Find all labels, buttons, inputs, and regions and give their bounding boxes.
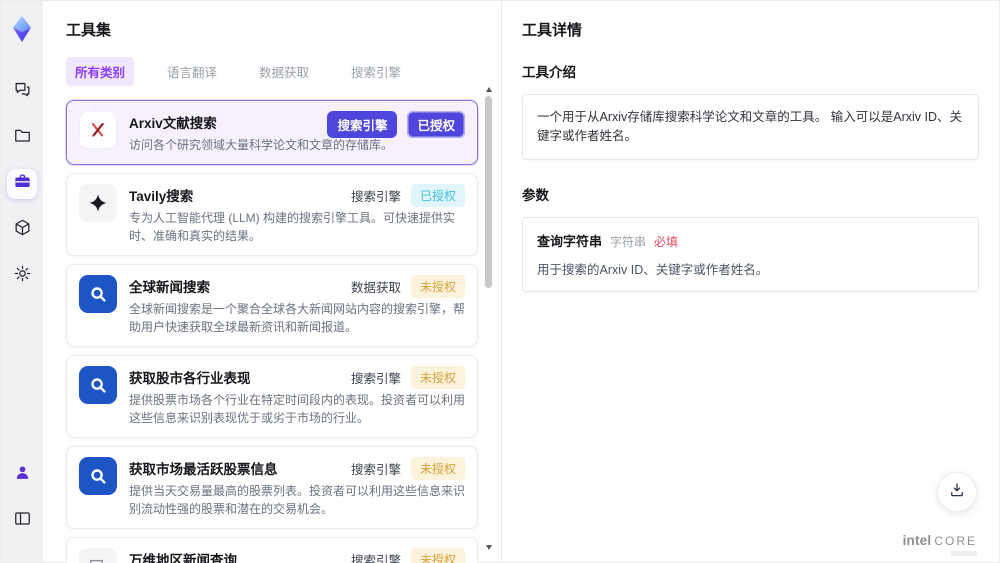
brand-subline bbox=[951, 551, 977, 556]
tool-card-active-stocks[interactable]: 获取市场最活跃股票信息 提供当天交易量最高的股票列表。投资者可以利用这些信息来识… bbox=[66, 446, 478, 529]
tab-all-categories[interactable]: 所有类别 bbox=[66, 57, 135, 86]
left-rail bbox=[1, 1, 43, 562]
tool-card-tavily[interactable]: Tavily搜索 专为人工智能代理 (LLM) 构建的搜索引擎工具。可快速提供实… bbox=[66, 173, 478, 256]
tool-card-arxiv[interactable]: Arxiv文献搜索 访问各个研究领域大量科学论文和文章的存储库。 搜索引擎 已授… bbox=[66, 100, 478, 165]
tool-description: 访问各个研究领域大量科学论文和文章的存储库。 bbox=[129, 138, 394, 152]
stock-search-tool-icon bbox=[79, 457, 117, 495]
detail-title: 工具详情 bbox=[522, 22, 583, 39]
scroll-up-arrow[interactable] bbox=[486, 87, 492, 92]
parameter-box: 查询字符串 字符串 必填 用于搜索的Arxiv ID、关键字或作者姓名。 bbox=[522, 216, 979, 292]
tool-detail-panel: 工具详情 工具介绍 一个用于从Arxiv存储库搜索科学论文和文章的工具。 输入可… bbox=[501, 1, 999, 562]
stock-search-tool-icon bbox=[79, 366, 117, 404]
auth-badge: 未授权 bbox=[410, 275, 465, 298]
sidebar-item-models[interactable] bbox=[7, 215, 37, 245]
tool-card-regional-news[interactable]: 万维地区新闻查询 查询具体行政区划内的新闻，快速了解各地新闻动 搜索引擎 未授权 bbox=[66, 537, 478, 563]
tavily-tool-icon bbox=[79, 184, 117, 222]
briefcase-icon bbox=[13, 172, 32, 196]
cube-icon bbox=[13, 218, 32, 242]
sidebar-item-files[interactable] bbox=[7, 123, 37, 153]
tool-list-panel: 工具集 所有类别 语言翻译 数据获取 搜索引擎 Arxiv文献搜索 访问各个研究… bbox=[43, 1, 501, 563]
arxiv-tool-icon bbox=[79, 111, 117, 149]
param-name: 查询字符串 bbox=[537, 233, 603, 249]
param-type: 字符串 bbox=[610, 234, 647, 249]
sidebar-item-panel-toggle[interactable] bbox=[7, 506, 37, 536]
tab-language-translation[interactable]: 语言翻译 bbox=[158, 57, 226, 86]
panel-toggle-icon bbox=[13, 509, 32, 533]
tool-card-list: Arxiv文献搜索 访问各个研究领域大量科学论文和文章的存储库。 搜索引擎 已授… bbox=[66, 100, 478, 563]
auth-badge: 已授权 bbox=[407, 111, 465, 138]
tool-intro-box: 一个用于从Arxiv存储库搜索科学论文和文章的工具。 输入可以是Arxiv ID… bbox=[522, 94, 979, 160]
brand-core-text: core bbox=[934, 534, 977, 548]
app-logo-icon bbox=[6, 13, 38, 45]
sidebar-item-toolbox[interactable] bbox=[7, 169, 37, 199]
category-label: 搜索引擎 bbox=[350, 463, 401, 477]
tab-data-fetching[interactable]: 数据获取 bbox=[250, 57, 318, 86]
category-badge: 搜索引擎 bbox=[327, 111, 398, 138]
sidebar-item-chat[interactable] bbox=[7, 77, 37, 107]
auth-badge: 已授权 bbox=[410, 184, 465, 207]
download-button[interactable] bbox=[937, 472, 977, 512]
page-title: 工具集 bbox=[66, 22, 112, 39]
newspaper-tool-icon bbox=[79, 548, 117, 563]
folder-icon bbox=[13, 126, 32, 150]
auth-badge: 未授权 bbox=[410, 548, 465, 563]
param-required-badge: 必填 bbox=[654, 234, 679, 249]
params-heading: 参数 bbox=[522, 187, 549, 203]
download-icon bbox=[948, 481, 966, 504]
tool-card-global-news[interactable]: 全球新闻搜索 全球新闻搜索是一个聚合全球各大新闻网站内容的搜索引擎，帮助用户快速… bbox=[66, 264, 478, 347]
app-window: 工具集 所有类别 语言翻译 数据获取 搜索引擎 Arxiv文献搜索 访问各个研究… bbox=[0, 0, 1000, 563]
tool-description: 提供当天交易量最高的股票列表。投资者可以利用这些信息来识别流动性强的股票和潜在的… bbox=[129, 484, 466, 516]
tool-card-sector-performance[interactable]: 获取股市各行业表现 提供股票市场各个行业在特定时间段内的表现。投资者可以利用这些… bbox=[66, 355, 478, 438]
tool-description: 专为人工智能代理 (LLM) 构建的搜索引擎工具。可快速提供实时、准确和真实的结… bbox=[129, 211, 456, 243]
user-icon bbox=[13, 463, 32, 487]
list-scrollbar bbox=[485, 87, 493, 550]
auth-badge: 未授权 bbox=[410, 457, 465, 480]
chat-icon bbox=[13, 80, 32, 104]
news-search-tool-icon bbox=[79, 275, 117, 313]
category-label: 搜索引擎 bbox=[350, 190, 401, 204]
scrollbar-thumb[interactable] bbox=[485, 96, 492, 288]
intel-core-logo: intel core bbox=[903, 533, 977, 548]
scroll-down-arrow[interactable] bbox=[486, 545, 492, 550]
category-label: 搜索引擎 bbox=[350, 372, 401, 386]
sidebar-item-user[interactable] bbox=[7, 460, 37, 490]
gear-icon bbox=[13, 264, 32, 288]
sidebar-item-settings[interactable] bbox=[7, 261, 37, 291]
intro-heading: 工具介绍 bbox=[522, 65, 576, 80]
param-description: 用于搜索的Arxiv ID、关键字或作者姓名。 bbox=[537, 262, 769, 277]
auth-badge: 未授权 bbox=[410, 366, 465, 389]
tool-description: 全球新闻搜索是一个聚合全球各大新闻网站内容的搜索引擎，帮助用户快速获取全球最新资… bbox=[129, 302, 466, 334]
category-label: 搜索引擎 bbox=[350, 554, 401, 563]
category-tabs: 所有类别 语言翻译 数据获取 搜索引擎 bbox=[66, 57, 501, 86]
tab-search-engine[interactable]: 搜索引擎 bbox=[342, 57, 410, 86]
category-label: 数据获取 bbox=[350, 281, 401, 295]
brand-intel-text: intel bbox=[902, 533, 932, 548]
tool-description: 提供股票市场各个行业在特定时间段内的表现。投资者可以利用这些信息来识别表现优于或… bbox=[129, 393, 466, 425]
